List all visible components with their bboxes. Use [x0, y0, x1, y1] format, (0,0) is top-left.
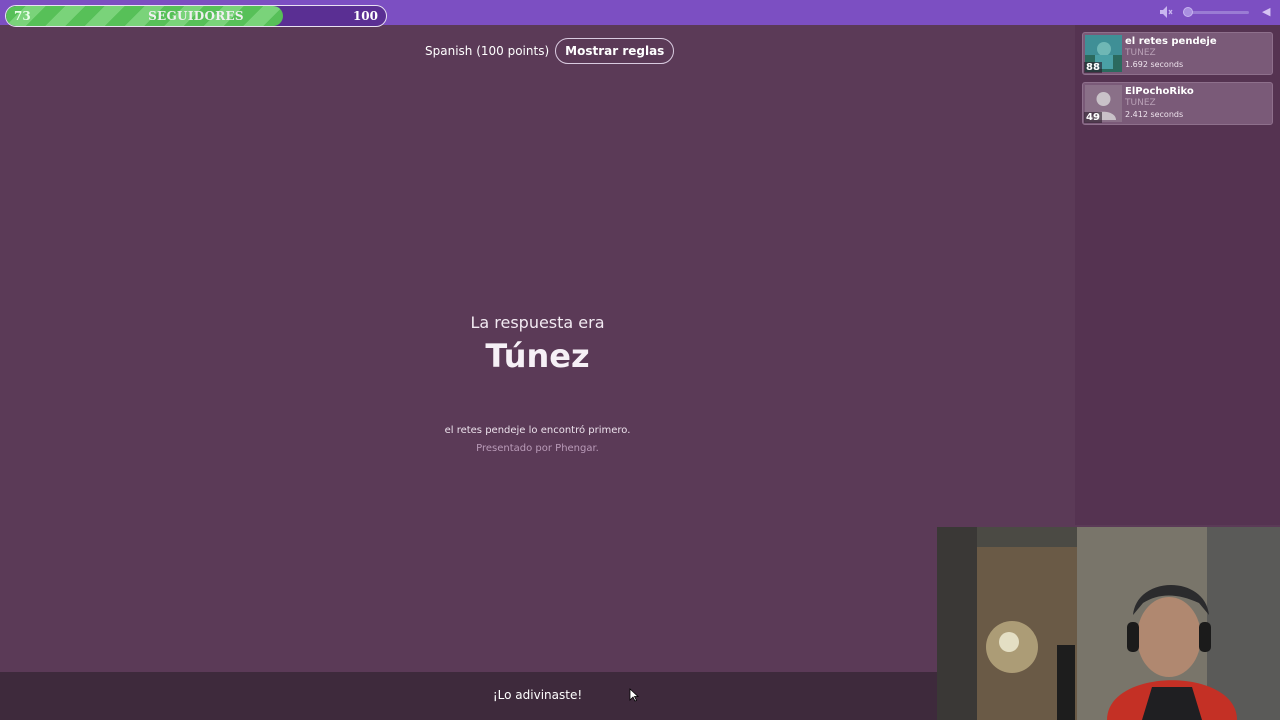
player-guess: TUNEZ: [1125, 98, 1156, 108]
webcam-overlay: [937, 527, 1280, 720]
player-time: 2.412 seconds: [1125, 110, 1184, 119]
presented-by-text: Presentado por Phengar.: [476, 443, 599, 454]
volume-slider[interactable]: [1183, 7, 1249, 17]
leaderboard-sidebar: 88 el retes pendeje TUNEZ 1.692 seconds …: [1075, 25, 1280, 525]
player-time: 1.692 seconds: [1125, 60, 1184, 69]
player-score: 88: [1084, 62, 1102, 73]
player-guess: TUNEZ: [1125, 48, 1156, 58]
language-points: Spanish (100 points): [425, 44, 550, 58]
player-card[interactable]: 88 el retes pendeje TUNEZ 1.692 seconds: [1082, 32, 1273, 75]
answer-intro: La respuesta era: [470, 313, 605, 332]
follower-goal-bar: 73 SEGUIDORES 100: [5, 5, 387, 27]
answer-text: Túnez: [485, 337, 590, 375]
mouse-cursor-icon: [629, 688, 639, 702]
player-name: el retes pendeje: [1125, 36, 1217, 47]
guess-status: ¡Lo adivinaste!: [492, 688, 583, 702]
speaker-muted-icon[interactable]: [1159, 5, 1173, 19]
chevron-left-icon[interactable]: ◀: [1262, 5, 1274, 19]
first-finder-text: el retes pendeje lo encontró primero.: [444, 425, 631, 436]
follower-goal-label: SEGUIDORES: [148, 9, 244, 23]
player-name: ElPochoRiko: [1125, 86, 1194, 97]
follower-goal-target: 100: [352, 9, 378, 23]
player-card[interactable]: 49 ElPochoRiko TUNEZ 2.412 seconds: [1082, 82, 1273, 125]
show-rules-button[interactable]: Mostrar reglas: [555, 38, 675, 64]
question-meta: Spanish (100 points) Mostrar reglas: [425, 38, 675, 64]
volume-knob[interactable]: [1183, 7, 1193, 17]
player-score: 49: [1084, 112, 1102, 123]
